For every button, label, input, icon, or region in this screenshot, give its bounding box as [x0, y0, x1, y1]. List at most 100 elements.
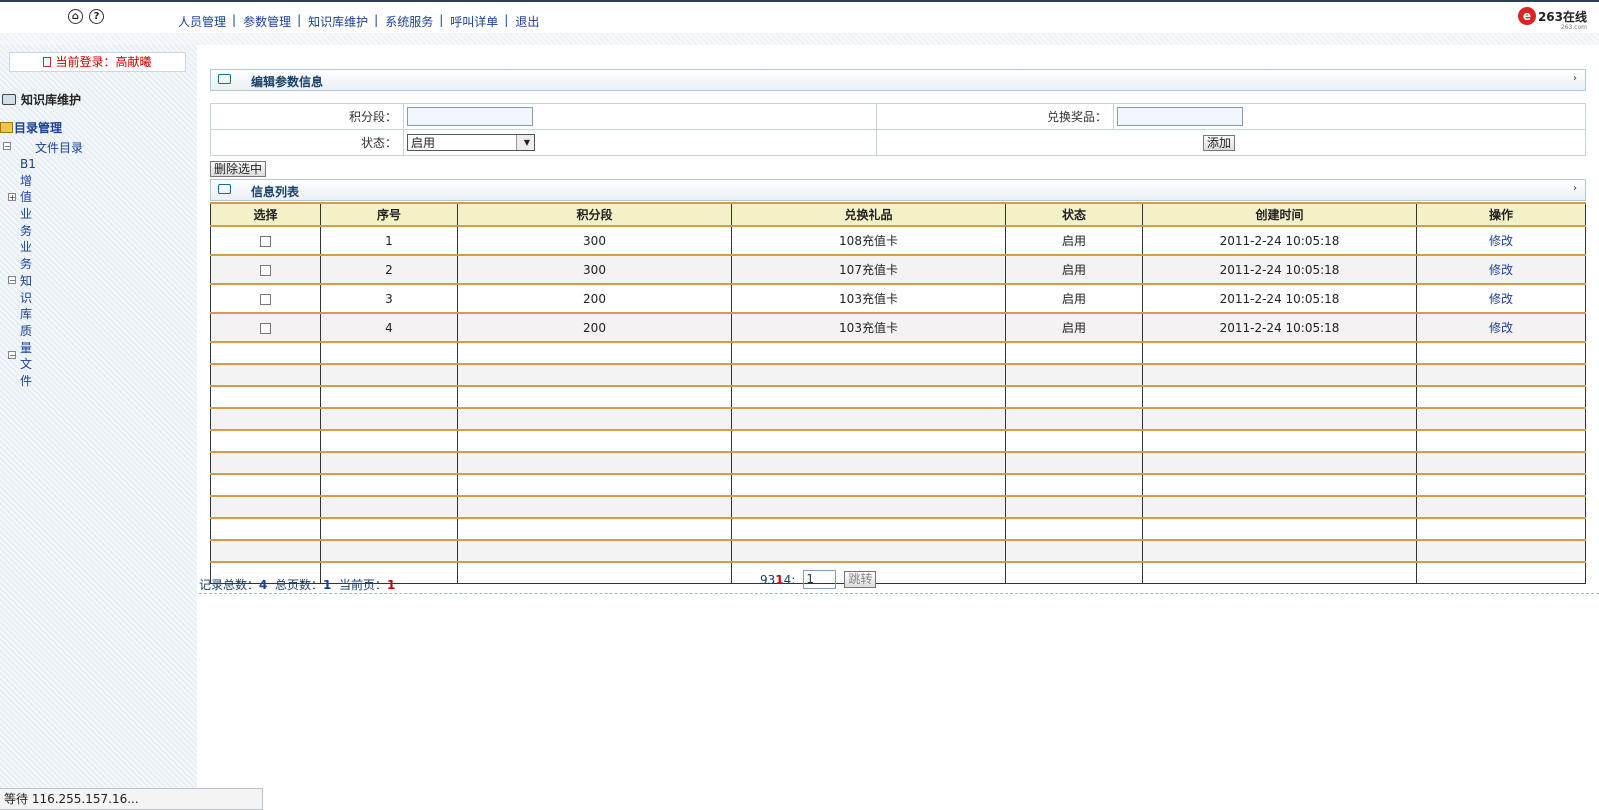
nav-knowledge-base[interactable]: 知识库维护	[308, 13, 368, 30]
home-icon[interactable]: ⌂	[68, 9, 83, 24]
tree-char[interactable]: 值	[20, 189, 36, 206]
edit-link[interactable]: 修改	[1489, 292, 1513, 306]
brand-logo-text: 263在线	[1537, 9, 1587, 24]
tree-char[interactable]: 量	[20, 340, 36, 357]
nav-staff-management[interactable]: 人员管理	[178, 13, 226, 30]
tree-char[interactable]: 件	[20, 373, 36, 390]
nav-call-details[interactable]: 呼叫详单	[450, 13, 498, 30]
prize-input[interactable]	[1117, 107, 1243, 126]
points-cell: 200	[457, 313, 732, 343]
page-links-suffix[interactable]: 4:	[784, 573, 796, 587]
nav-separator: |	[374, 13, 379, 27]
add-button[interactable]: 添加	[1203, 134, 1236, 151]
status-cell: 启用	[1005, 255, 1143, 285]
comment-icon	[218, 74, 231, 84]
nav-separator: |	[232, 13, 237, 27]
empty-row	[210, 430, 1586, 453]
tree-char[interactable]: 库	[20, 306, 36, 323]
column-header: 状态	[1005, 202, 1143, 227]
current-page: 1	[387, 578, 396, 592]
empty-row	[210, 364, 1586, 387]
column-header: 创建时间	[1142, 202, 1417, 227]
points-cell: 300	[457, 255, 732, 285]
chevron-right-icon[interactable]: ›	[1573, 183, 1577, 194]
tree-collapse-icon[interactable]: −	[3, 142, 11, 151]
created-cell: 2011-2-24 10:05:18	[1142, 313, 1417, 343]
folder-icon	[0, 122, 13, 133]
tree-char[interactable]: 业	[20, 239, 36, 256]
points-input[interactable]	[407, 107, 533, 126]
nav-logout[interactable]: 退出	[515, 13, 539, 30]
points-cell: 300	[457, 226, 732, 256]
tree-nodes[interactable]: B1 增 值 业 务 业 务 知 识 库 质 量 文 件	[20, 156, 36, 390]
created-cell: 2011-2-24 10:05:18	[1142, 255, 1417, 285]
tree-node-file-directory[interactable]: 文件目录	[35, 139, 83, 156]
edit-link[interactable]: 修改	[1489, 263, 1513, 277]
column-header: 序号	[320, 202, 458, 227]
top-icons: ⌂ ?	[68, 9, 104, 24]
sidebar-title: 知识库维护	[2, 91, 81, 108]
sidebar: 当前登录：高献曦 知识库维护 目录管理 − 文件目录 + − − B1 增 值 …	[0, 45, 197, 810]
pager-jump: 93 1 4: 1 跳转	[760, 570, 877, 589]
edit-link[interactable]: 修改	[1489, 234, 1513, 248]
empty-row	[210, 452, 1586, 475]
tree-expand-icon[interactable]: +	[8, 193, 16, 202]
pager-summary: 记录总数：4 总页数：1 当前页：1	[199, 576, 395, 593]
column-header: 选择	[210, 202, 321, 227]
tree-char[interactable]: 务	[20, 256, 36, 273]
table-header-row: 选择 序号 积分段 兑换礼品 状态 创建时间 操作	[210, 202, 1586, 227]
jump-page-input[interactable]: 1	[803, 570, 837, 589]
tree-collapse-icon[interactable]: −	[8, 351, 16, 360]
status-cell: 启用	[1005, 284, 1143, 314]
tree-collapse-icon[interactable]: −	[8, 276, 16, 285]
column-header: 兑换礼品	[731, 202, 1006, 227]
tree-char[interactable]: 识	[20, 290, 36, 307]
tree-char[interactable]: 业	[20, 206, 36, 223]
row-checkbox[interactable]	[260, 322, 271, 334]
chevron-right-icon[interactable]: ›	[1573, 73, 1577, 84]
row-select-cell	[210, 255, 321, 285]
action-cell: 修改	[1416, 255, 1586, 285]
seq-cell: 4	[320, 313, 458, 343]
empty-row	[210, 474, 1586, 497]
top-nav: 人员管理 | 参数管理 | 知识库维护 | 系统服务 | 呼叫详单 | 退出	[178, 13, 539, 30]
delete-selected-button[interactable]: 删除选中	[210, 161, 267, 177]
document-icon	[43, 57, 52, 67]
prize-cell	[1113, 103, 1586, 130]
nav-system-service[interactable]: 系统服务	[385, 13, 433, 30]
gift-cell: 108充值卡	[731, 226, 1006, 256]
page-links-prefix[interactable]: 93	[760, 573, 775, 587]
action-cell: 修改	[1416, 284, 1586, 314]
tree-char[interactable]: B1	[20, 156, 36, 173]
row-checkbox[interactable]	[260, 293, 271, 305]
list-panel-header: 信息列表 ›	[210, 179, 1586, 201]
current-login-label: 当前登录：高献曦	[55, 55, 152, 69]
info-table: 选择 序号 积分段 兑换礼品 状态 创建时间 操作 1 300 108充值卡 启…	[210, 202, 1586, 584]
sidebar-item-directory-management[interactable]: 目录管理	[0, 119, 62, 136]
total-count: 4	[259, 578, 268, 592]
jump-button[interactable]: 跳转	[844, 571, 877, 588]
comment-icon	[218, 184, 231, 194]
status-cell: 启用	[1005, 313, 1143, 343]
page-link-current[interactable]: 1	[775, 573, 783, 587]
row-checkbox[interactable]	[260, 264, 271, 276]
status-label: 状态：	[210, 129, 404, 156]
column-header: 积分段	[457, 202, 732, 227]
help-icon[interactable]: ?	[89, 9, 104, 24]
empty-row	[210, 342, 1586, 365]
tree-char[interactable]: 知	[20, 273, 36, 290]
tree-char[interactable]: 务	[20, 223, 36, 240]
nav-parameter-management[interactable]: 参数管理	[243, 13, 291, 30]
top-strip	[0, 33, 1599, 45]
empty-row	[210, 386, 1586, 409]
created-cell: 2011-2-24 10:05:18	[1142, 284, 1417, 314]
tree-char[interactable]: 增	[20, 173, 36, 190]
chevron-down-icon[interactable]: ▼	[516, 135, 534, 150]
empty-row	[210, 540, 1586, 563]
row-checkbox[interactable]	[260, 235, 271, 247]
tree-char[interactable]: 质	[20, 323, 36, 340]
edit-link[interactable]: 修改	[1489, 321, 1513, 335]
tree-char[interactable]: 文	[20, 356, 36, 373]
gift-cell: 103充值卡	[731, 284, 1006, 314]
status-select[interactable]: 启用 ▼	[407, 134, 535, 151]
